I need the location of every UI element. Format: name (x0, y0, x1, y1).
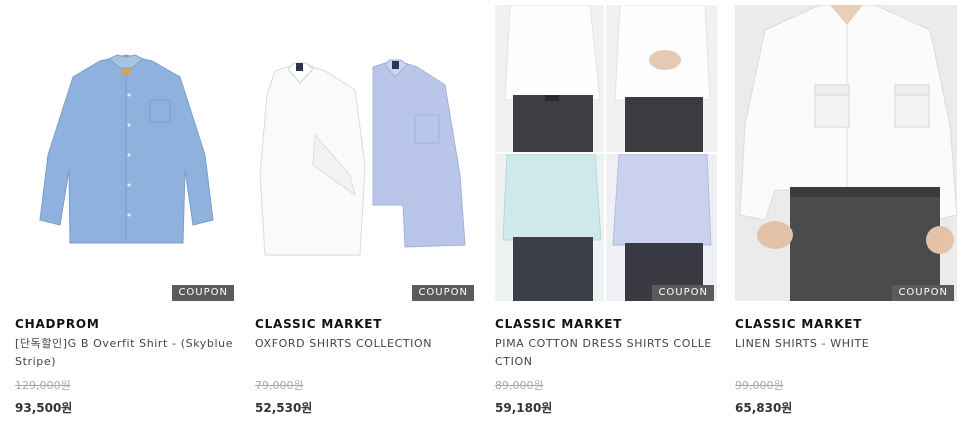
product-name[interactable]: LINEN SHIRTS - WHITE (735, 335, 957, 353)
product-card[interactable]: COUPON CLASSIC MARKET PIMA COTTON DRESS … (495, 0, 720, 424)
sale-price: 93,500원 (15, 401, 73, 415)
product-brand[interactable]: CLASSIC MARKET (735, 317, 862, 331)
product-image[interactable]: COUPON (255, 5, 477, 301)
coupon-badge: COUPON (652, 285, 714, 301)
skyblue-shirt-image (15, 5, 237, 301)
product-image[interactable]: COUPON (495, 5, 717, 301)
coupon-badge: COUPON (412, 285, 474, 301)
coupon-badge: COUPON (172, 285, 234, 301)
product-image[interactable]: COUPON (15, 5, 237, 301)
original-price: 129,000원 (15, 379, 71, 392)
product-brand[interactable]: CLASSIC MARKET (255, 317, 382, 331)
oxford-shirts-image (255, 5, 477, 301)
product-card[interactable]: COUPON CLASSIC MARKET LINEN SHIRTS - WHI… (735, 0, 960, 424)
product-grid: COUPON CHADPROM [단독할인]G B Overfit Shirt … (0, 0, 970, 424)
product-brand[interactable]: CLASSIC MARKET (495, 317, 622, 331)
product-card[interactable]: COUPON CHADPROM [단독할인]G B Overfit Shirt … (15, 0, 240, 424)
original-price: 79,000원 (255, 379, 304, 392)
product-name[interactable]: PIMA COTTON DRESS SHIRTS COLLECTION (495, 335, 717, 371)
pima-cotton-shirts-image (495, 5, 717, 301)
sale-price: 59,180원 (495, 401, 553, 415)
sale-price: 52,530원 (255, 401, 313, 415)
product-card[interactable]: COUPON CLASSIC MARKET OXFORD SHIRTS COLL… (255, 0, 480, 424)
original-price: 89,000원 (495, 379, 544, 392)
product-name[interactable]: [단독할인]G B Overfit Shirt - (Skyblue Strip… (15, 335, 237, 371)
product-name[interactable]: OXFORD SHIRTS COLLECTION (255, 335, 477, 353)
original-price: 99,000원 (735, 379, 784, 392)
product-brand[interactable]: CHADPROM (15, 317, 100, 331)
sale-price: 65,830원 (735, 401, 793, 415)
coupon-badge: COUPON (892, 285, 954, 301)
product-image[interactable]: COUPON (735, 5, 957, 301)
linen-shirt-image (735, 5, 957, 301)
